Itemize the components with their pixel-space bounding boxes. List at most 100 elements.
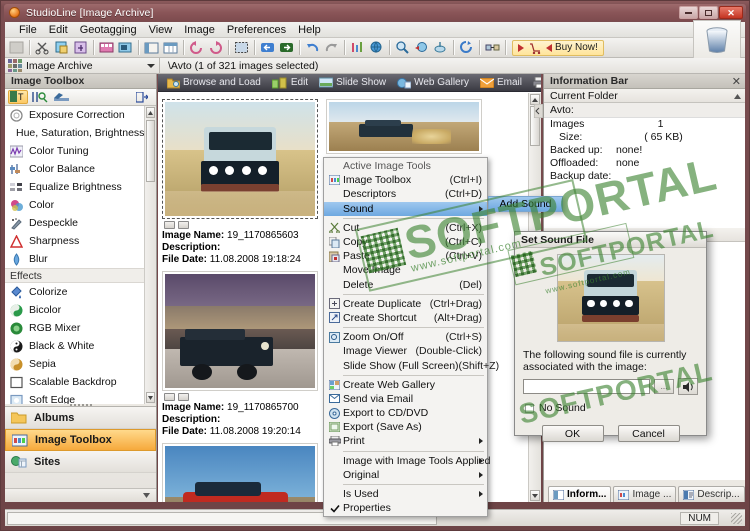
tool-blur[interactable]: Blur xyxy=(5,250,144,268)
levels-icon[interactable] xyxy=(348,39,367,57)
tab-descriptors[interactable]: Descrip... xyxy=(678,486,745,502)
tool-black-white[interactable]: Black & White xyxy=(5,337,144,355)
tool-sharpness[interactable]: Sharpness xyxy=(5,232,144,250)
browse-and-load-button[interactable]: Browse and Load xyxy=(163,75,265,91)
minimize-button[interactable] xyxy=(679,6,698,19)
buy-now-button[interactable]: Buy Now! xyxy=(512,39,604,56)
tool-equalize-brightness[interactable]: Equalize Brightness xyxy=(5,178,144,196)
menu-item-copy[interactable]: Copy (Ctrl+C) xyxy=(324,235,487,249)
thumbnail-frame[interactable] xyxy=(162,99,318,219)
no-sound-checkbox[interactable] xyxy=(525,403,534,413)
tool-color-balance[interactable]: Color Balance xyxy=(5,160,144,178)
menu-item-help[interactable]: Help xyxy=(292,23,327,37)
close-icon[interactable]: ✕ xyxy=(732,75,741,88)
select-all-icon[interactable] xyxy=(232,39,251,57)
thumbnail-frame[interactable] xyxy=(162,443,318,502)
cancel-button[interactable]: Cancel xyxy=(617,425,680,442)
chevron-down-icon[interactable] xyxy=(147,63,155,68)
rotate-ccw-icon[interactable] xyxy=(187,39,206,57)
archive-selector[interactable]: Image Archive xyxy=(5,57,160,74)
menu-item-export-to-cd-dvd[interactable]: Export to CD/DVD xyxy=(324,406,487,420)
tab-image[interactable]: Image ... xyxy=(613,486,677,502)
descriptor-icon[interactable]: T xyxy=(8,90,28,104)
menu-item-cut[interactable]: Cut (Ctrl+X) xyxy=(324,221,487,235)
undo-icon[interactable] xyxy=(303,39,322,57)
panel-icon[interactable] xyxy=(142,39,161,57)
table-icon[interactable] xyxy=(161,39,180,57)
tool-color-tuning[interactable]: Color Tuning xyxy=(5,142,144,160)
no-sound-row[interactable]: No Sound xyxy=(515,395,706,414)
edit-button[interactable]: Edit xyxy=(268,75,312,91)
menu-item-view[interactable]: View xyxy=(143,23,179,37)
new-image-icon[interactable] xyxy=(52,39,71,57)
web-gallery-button[interactable]: Web Gallery xyxy=(393,75,473,91)
rotate-cw-icon[interactable] xyxy=(206,39,225,57)
ok-button[interactable]: OK xyxy=(541,425,604,442)
print-button[interactable]: Print xyxy=(529,75,541,91)
descriptor-badge-icon[interactable] xyxy=(164,393,175,401)
tools-badge-icon[interactable] xyxy=(178,221,189,229)
blank-button[interactable] xyxy=(7,39,26,57)
menu-item-original[interactable]: Original xyxy=(324,468,487,482)
gallery-item[interactable] xyxy=(162,443,318,502)
globe-icon[interactable] xyxy=(367,39,386,57)
tools-badge-icon[interactable] xyxy=(178,393,189,401)
sidebar-item-albums[interactable]: Albums xyxy=(5,407,156,429)
slide-show-button[interactable]: Slide Show xyxy=(315,75,390,91)
scroll-down-icon[interactable] xyxy=(146,392,155,403)
descriptor-badge-icon[interactable] xyxy=(164,221,175,229)
menu-item-file[interactable]: File xyxy=(13,23,43,37)
tool-despeckle[interactable]: Despeckle xyxy=(5,214,144,232)
menu-item-slide-show-full-screen[interactable]: Slide Show (Full Screen) (Shift+Z) xyxy=(324,358,499,372)
adjust-icon[interactable] xyxy=(30,90,50,104)
menu-item-geotagging[interactable]: Geotagging xyxy=(74,23,143,37)
tab-information[interactable]: Inform... xyxy=(548,486,612,502)
toolbox-scrollbar[interactable] xyxy=(144,106,156,404)
scrollbar-thumb[interactable] xyxy=(146,120,155,182)
menu-item-export-save-as[interactable]: Export (Save As) xyxy=(324,420,487,434)
menu-item-create-shortcut[interactable]: Create Shortcut (Alt+Drag) xyxy=(324,311,487,325)
menu-item-move-image[interactable]: Move Image xyxy=(324,263,487,277)
detach-icon[interactable] xyxy=(132,90,152,104)
sidebar-item-image-toolbox[interactable]: Image Toolbox xyxy=(5,429,156,451)
menu-item-image[interactable]: Image xyxy=(178,23,221,37)
menu-item-create-duplicate[interactable]: Create Duplicate (Ctrl+Drag) xyxy=(324,297,487,311)
scroll-down-icon[interactable] xyxy=(530,490,540,501)
geotag-icon[interactable] xyxy=(412,39,431,57)
sidebar-item-sites[interactable]: Sites xyxy=(5,451,156,473)
tool-scalable-backdrop[interactable]: Scalable Backdrop xyxy=(5,373,144,391)
menu-item-zoom-on-off[interactable]: Zoom On/Off (Ctrl+S) xyxy=(324,330,487,344)
menu-item-is-used[interactable]: Is Used xyxy=(324,487,487,501)
menu-item-image-toolbox[interactable]: Image Toolbox (Ctrl+I) xyxy=(324,173,487,187)
filmstrip-icon[interactable] xyxy=(97,39,116,57)
menu-item-paste[interactable]: Paste (Ctrl+V) xyxy=(324,249,487,263)
menu-item-delete[interactable]: Delete (Del) xyxy=(324,278,487,292)
menu-item-send-via-email[interactable]: Send via Email xyxy=(324,392,487,406)
transfer-icon[interactable] xyxy=(483,39,502,57)
gallery-item[interactable]: Image Name: 19_1170865700 Description: F… xyxy=(162,271,318,438)
menu-item-edit[interactable]: Edit xyxy=(43,23,74,37)
refresh-icon[interactable] xyxy=(457,39,476,57)
cut-icon[interactable] xyxy=(33,39,52,57)
gallery-item[interactable] xyxy=(326,99,482,154)
tool-color[interactable]: Color xyxy=(5,196,144,214)
tool-colorize[interactable]: Colorize xyxy=(5,283,144,301)
menu-item-print[interactable]: Print xyxy=(324,434,487,448)
sound-file-input[interactable] xyxy=(523,379,650,394)
menu-item-properties[interactable]: Properties xyxy=(324,501,487,515)
tool-exposure-correction[interactable]: Exposure Correction xyxy=(5,106,144,124)
menu-item-image-with-image-tools-applied[interactable]: Image with Image Tools Applied xyxy=(324,454,490,468)
collapse-icon[interactable] xyxy=(734,90,741,102)
scroll-up-icon[interactable] xyxy=(146,107,155,118)
tool-hue-saturation-brightness[interactable]: Hue, Saturation, Brightness xyxy=(5,124,144,142)
menu-item-image-viewer[interactable]: Image Viewer (Double-Click) xyxy=(324,344,487,358)
section-current-folder[interactable]: Current Folder xyxy=(544,89,745,103)
tool-rgb-mixer[interactable]: RGB Mixer xyxy=(5,319,144,337)
thumbnail-frame[interactable] xyxy=(326,99,482,154)
panel-collapse-button[interactable] xyxy=(533,103,544,119)
menu-item-create-web-gallery[interactable]: Create Web Gallery xyxy=(324,378,487,392)
browse-button[interactable]: ... xyxy=(654,379,674,394)
forward-icon[interactable] xyxy=(277,39,296,57)
close-button[interactable]: ✕ xyxy=(719,6,743,19)
submenu-add-sound[interactable]: Add Sound xyxy=(488,196,563,212)
